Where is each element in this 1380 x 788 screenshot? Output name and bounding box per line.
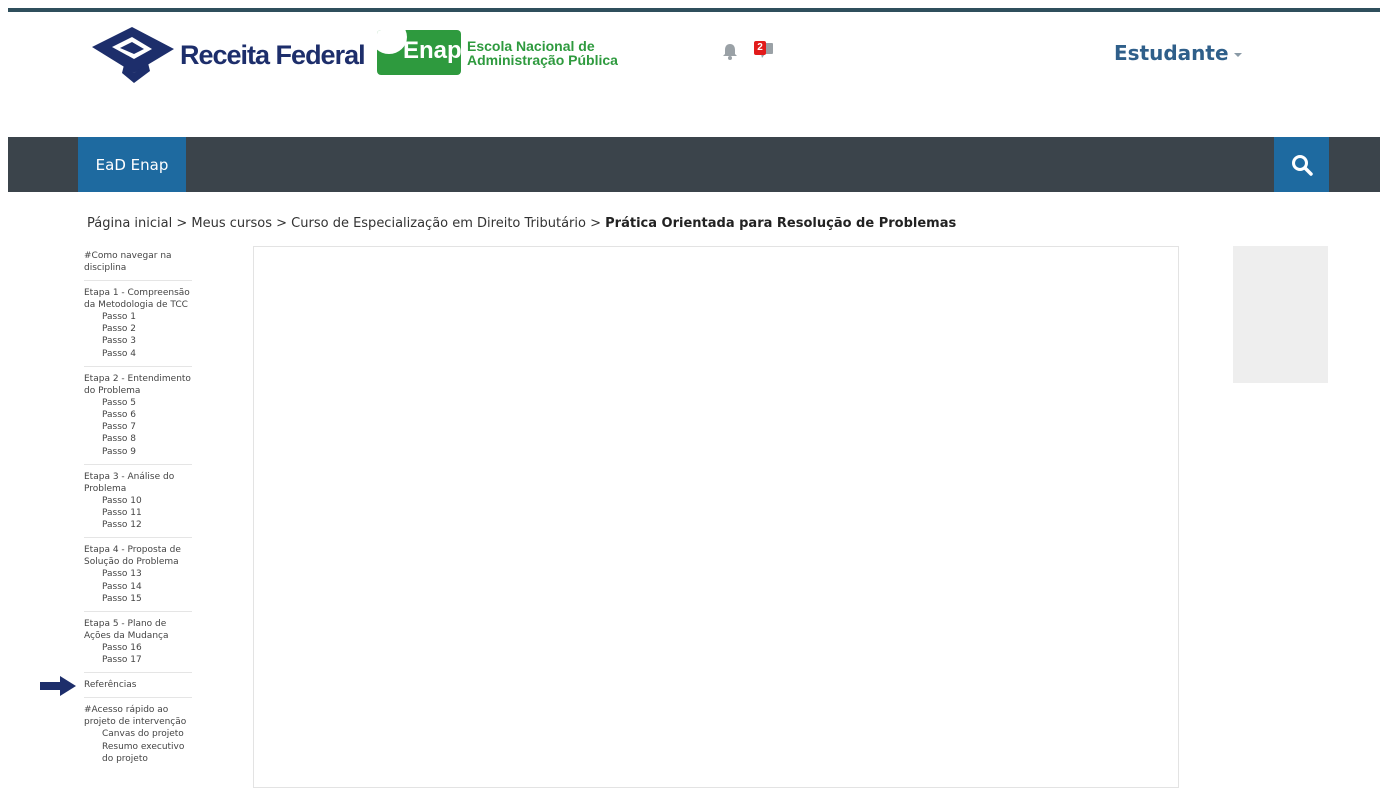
main-content-panel xyxy=(253,246,1179,788)
arrow-right-icon xyxy=(40,676,76,696)
sidebar-group: Etapa 3 - Análise do Problema Passo 10 P… xyxy=(84,471,192,539)
breadcrumb: Página inicial > Meus cursos > Curso de … xyxy=(87,216,956,231)
sidebar-group: Referências xyxy=(84,679,192,699)
breadcrumb-separator: > xyxy=(172,216,192,231)
sidebar-group: Etapa 2 - Entendimento do Problema Passo… xyxy=(84,373,192,465)
sidebar-link-passo[interactable]: Passo 3 xyxy=(84,335,192,347)
sidebar-link-passo[interactable]: Passo 6 xyxy=(84,409,192,421)
breadcrumb-separator: > xyxy=(272,216,292,231)
sidebar-link-passo[interactable]: Passo 10 xyxy=(84,495,192,507)
enap-logo[interactable]: Enap Escola Nacional de Administração Pú… xyxy=(377,30,618,75)
sidebar-link-passo[interactable]: Passo 16 xyxy=(84,642,192,654)
sidebar-link-passo[interactable]: Passo 8 xyxy=(84,433,192,445)
user-menu[interactable]: Estudante xyxy=(1114,41,1242,65)
bell-icon[interactable] xyxy=(722,42,738,60)
enap-logo-subtitle: Escola Nacional de Administração Pública xyxy=(467,39,618,67)
receita-federal-emblem-icon xyxy=(92,27,174,83)
breadcrumb-my-courses[interactable]: Meus cursos xyxy=(191,216,272,231)
sidebar-group: #Acesso rápido ao projeto de intervenção… xyxy=(84,704,192,771)
sidebar-group: Etapa 4 - Proposta de Solução do Problem… xyxy=(84,544,192,613)
enap-logo-box: Enap xyxy=(377,30,461,75)
breadcrumb-home[interactable]: Página inicial xyxy=(87,216,172,231)
sidebar-link-etapa-2[interactable]: Etapa 2 - Entendimento do Problema xyxy=(84,373,192,397)
sidebar-link-etapa-1[interactable]: Etapa 1 - Compreensão da Metodologia de … xyxy=(84,287,192,311)
sidebar-link-como-navegar[interactable]: #Como navegar na disciplina xyxy=(84,250,192,274)
sidebar-link-passo[interactable]: Passo 17 xyxy=(84,654,192,666)
caret-down-icon xyxy=(1233,52,1242,57)
user-menu-label: Estudante xyxy=(1114,41,1229,65)
sidebar-link-passo[interactable]: Passo 7 xyxy=(84,421,192,433)
course-sidebar: #Como navegar na disciplina Etapa 1 - Co… xyxy=(84,250,192,777)
sidebar-link-canvas[interactable]: Canvas do projeto xyxy=(84,728,192,740)
sidebar-group: Etapa 1 - Compreensão da Metodologia de … xyxy=(84,287,192,367)
navbar xyxy=(8,137,1380,192)
receita-federal-logo[interactable]: Receita Federal xyxy=(90,27,366,83)
breadcrumb-current: Prática Orientada para Resolução de Prob… xyxy=(605,216,957,231)
sidebar-link-passo[interactable]: Passo 15 xyxy=(84,593,192,605)
sidebar-link-passo[interactable]: Passo 2 xyxy=(84,323,192,335)
sidebar-group: #Como navegar na disciplina xyxy=(84,250,192,281)
right-side-block xyxy=(1233,246,1328,383)
breadcrumb-separator: > xyxy=(585,216,606,231)
sidebar-link-passo[interactable]: Passo 9 xyxy=(84,446,192,458)
search-button[interactable] xyxy=(1274,137,1329,192)
receita-federal-text: Receita Federal xyxy=(180,39,366,70)
enap-subtitle-line2: Administração Pública xyxy=(467,51,618,68)
sidebar-link-passo[interactable]: Passo 14 xyxy=(84,581,192,593)
sidebar-group: Etapa 5 - Plano de Ações da Mudança Pass… xyxy=(84,618,192,674)
sidebar-link-etapa-5[interactable]: Etapa 5 - Plano de Ações da Mudança xyxy=(84,618,192,642)
nav-brand-link[interactable]: EaD Enap xyxy=(78,137,186,192)
enap-logo-word: Enap xyxy=(403,37,461,64)
sidebar-link-passo[interactable]: Passo 5 xyxy=(84,397,192,409)
sidebar-link-etapa-3[interactable]: Etapa 3 - Análise do Problema xyxy=(84,471,192,495)
messages-count-badge: 2 xyxy=(754,41,766,55)
sidebar-link-passo[interactable]: Passo 4 xyxy=(84,348,192,360)
sidebar-link-referencias[interactable]: Referências xyxy=(84,679,192,691)
sidebar-link-passo[interactable]: Passo 11 xyxy=(84,507,192,519)
enap-subtitle-line1: Escola Nacional de xyxy=(467,37,595,54)
sidebar-link-passo[interactable]: Passo 12 xyxy=(84,519,192,531)
sidebar-link-resumo[interactable]: Resumo executivo do projeto xyxy=(84,741,192,765)
sidebar-link-acesso-rapido[interactable]: #Acesso rápido ao projeto de intervenção xyxy=(84,704,192,728)
search-icon xyxy=(1291,154,1313,176)
sidebar-link-etapa-4[interactable]: Etapa 4 - Proposta de Solução do Problem… xyxy=(84,544,192,568)
sidebar-link-passo[interactable]: Passo 13 xyxy=(84,568,192,580)
breadcrumb-course[interactable]: Curso de Especialização em Direito Tribu… xyxy=(291,216,586,231)
sidebar-link-passo[interactable]: Passo 1 xyxy=(84,311,192,323)
